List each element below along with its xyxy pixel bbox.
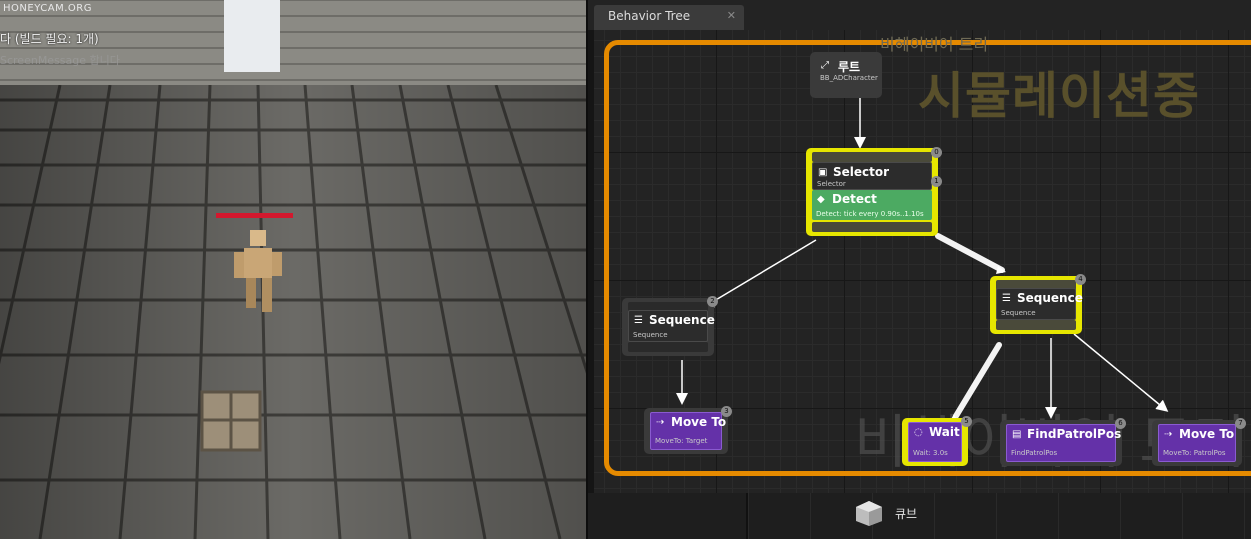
execution-index-badge: 5 — [961, 416, 972, 427]
sequence-icon: ☰ — [634, 315, 643, 326]
moveto-target-node[interactable]: ⇢ Move To MoveTo: Target 3 — [644, 406, 732, 454]
root-node[interactable]: ⤢ 루트 BB_ADCharacter — [810, 52, 882, 98]
selector-top-band — [812, 152, 932, 162]
cube-label[interactable]: 큐브 — [895, 505, 917, 522]
edge-active-selector-seqright — [935, 233, 1005, 273]
execution-index-badge: 2 — [707, 296, 718, 307]
edge-selector-seqleft — [701, 239, 817, 309]
task-icon: ▤ — [1012, 429, 1022, 440]
game-viewport[interactable]: HONEYCAM.ORG 다 (빌드 필요: 1개) ScreenMessage… — [0, 0, 588, 539]
service-index-badge: 1 — [931, 176, 942, 187]
edge-active-seqright-wait — [953, 342, 1002, 419]
selector-bottom-band — [812, 222, 932, 232]
moveto-icon: ⇢ — [656, 417, 665, 428]
detect-service[interactable]: ◆ Detect Detect: tick every 0.90s..1.10s — [812, 190, 932, 220]
selector-node[interactable]: ▣ Selector Selector ◆ Detect Detect: tic… — [806, 147, 942, 236]
content-browser-strip: 큐브 — [588, 493, 1251, 539]
service-icon: ◆ — [817, 194, 825, 205]
viewport-border — [0, 0, 588, 539]
wait-icon: ◌ — [914, 427, 923, 438]
wait-node[interactable]: ◌ Wait Wait: 3.0s 5 — [902, 416, 972, 466]
execution-index-badge: 3 — [721, 406, 732, 417]
graph-canvas[interactable]: 비헤이비어 트리 시뮬레이션중 비헤이비어 트리 — [594, 30, 1251, 493]
close-icon[interactable]: ✕ — [727, 9, 736, 22]
execution-index-badge: 7 — [1235, 418, 1246, 429]
root-icon: ⤢ — [821, 60, 829, 71]
sequence-icon: ☰ — [1002, 293, 1011, 304]
content-browser-grid — [746, 493, 1251, 539]
execution-index-badge: 4 — [1075, 274, 1086, 285]
tab-behavior-tree[interactable]: Behavior Tree ✕ — [594, 5, 744, 30]
sequence-left-node[interactable]: ☰ Sequence Sequence 2 — [622, 296, 718, 356]
behavior-tree-editor: Behavior Tree ✕ 비헤이비어 트리 시뮬레이션중 비헤이비어 트리 — [588, 0, 1251, 539]
sequence-right-node[interactable]: ☰ Sequence Sequence 4 — [990, 274, 1086, 334]
tab-bar: Behavior Tree ✕ — [588, 0, 1251, 30]
cube-icon[interactable] — [854, 499, 884, 527]
selector-icon: ▣ — [818, 167, 828, 178]
tab-label: Behavior Tree — [608, 9, 691, 23]
moveto-patrolpos-node[interactable]: ⇢ Move To MoveTo: PatrolPos 7 — [1152, 418, 1246, 466]
edge-seqright-move — [1073, 333, 1169, 412]
execution-index-badge: 0 — [931, 147, 942, 158]
find-patrol-pos-node[interactable]: ▤ FindPatrolPos FindPatrolPos 6 — [1000, 418, 1126, 466]
execution-index-badge: 6 — [1115, 418, 1126, 429]
moveto-icon: ⇢ — [1164, 429, 1173, 440]
